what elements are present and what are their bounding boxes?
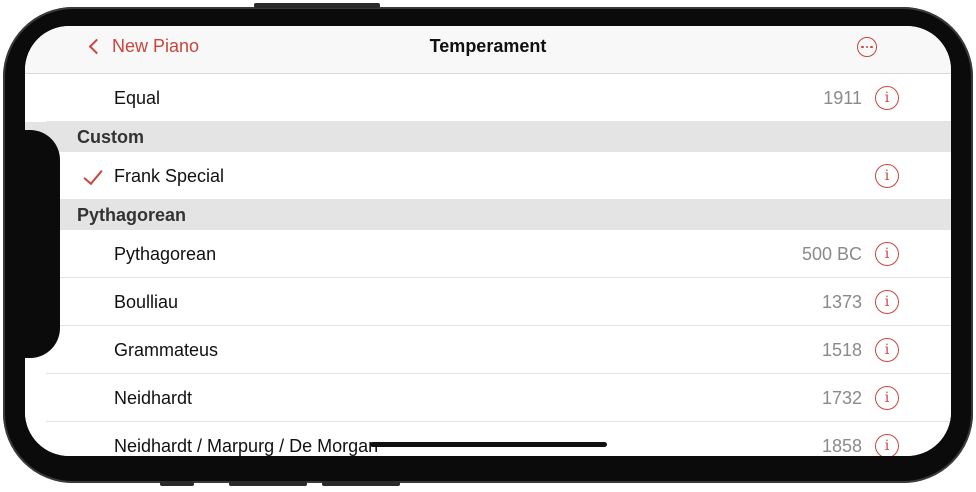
row-label: Neidhardt: [114, 387, 193, 408]
row-label: Pythagorean: [114, 243, 217, 264]
info-icon[interactable]: i: [875, 434, 899, 456]
ellipsis-dot: [870, 45, 873, 49]
row-label: Frank Special: [114, 165, 225, 186]
device-volume-down-button: [322, 481, 400, 486]
section-header-pythagorean: Pythagorean: [25, 200, 951, 230]
row-label: Grammateus: [114, 339, 219, 360]
ellipsis-dot: [865, 45, 869, 49]
info-icon[interactable]: i: [875, 164, 899, 188]
row-label: Boulliau: [114, 291, 179, 312]
list-item-neidhardt[interactable]: Neidhardt 1732 i: [25, 374, 951, 422]
home-indicator[interactable]: [370, 442, 607, 447]
row-year: 1518: [821, 339, 862, 360]
camera-notch: [25, 130, 60, 358]
row-year: 1858: [821, 435, 862, 456]
row-year: 500 BC: [801, 243, 862, 264]
device-side-button: [160, 481, 194, 486]
temperament-list: Equal 1911 i Custom Frank Special i Pyth…: [25, 74, 951, 456]
info-icon[interactable]: i: [875, 338, 899, 362]
checkmark-icon: [83, 164, 103, 186]
row-label: Equal: [114, 87, 161, 108]
page-title: Temperament: [429, 36, 547, 56]
row-year: 1911: [823, 87, 862, 108]
list-item-equal[interactable]: Equal 1911 i: [25, 74, 951, 122]
section-header-custom: Custom: [25, 122, 951, 152]
row-label: Neidhardt / Marpurg / De Morgan: [114, 435, 379, 456]
info-icon[interactable]: i: [875, 290, 899, 314]
list-item-frank-special[interactable]: Frank Special i: [25, 152, 951, 200]
list-item-pythagorean[interactable]: Pythagorean 500 BC i: [25, 230, 951, 278]
screen: New Piano Temperament Equal 1911 i Custo…: [25, 26, 951, 456]
list-item-boulliau[interactable]: Boulliau 1373 i: [25, 278, 951, 326]
list-item-grammateus[interactable]: Grammateus 1518 i: [25, 326, 951, 374]
row-year: 1732: [821, 387, 862, 408]
device-top-button: [254, 3, 380, 8]
navigation-bar: New Piano Temperament: [25, 26, 951, 74]
device-volume-up-button: [229, 481, 307, 486]
list-item-neidhardt-marpurg-de-morgan[interactable]: Neidhardt / Marpurg / De Morgan 1858 i: [25, 422, 951, 456]
info-icon[interactable]: i: [875, 242, 899, 266]
info-icon[interactable]: i: [875, 86, 899, 110]
ellipsis-circle-icon: [861, 45, 864, 49]
info-icon[interactable]: i: [875, 386, 899, 410]
row-year: 1373: [821, 291, 862, 312]
more-options-button[interactable]: [857, 37, 877, 57]
